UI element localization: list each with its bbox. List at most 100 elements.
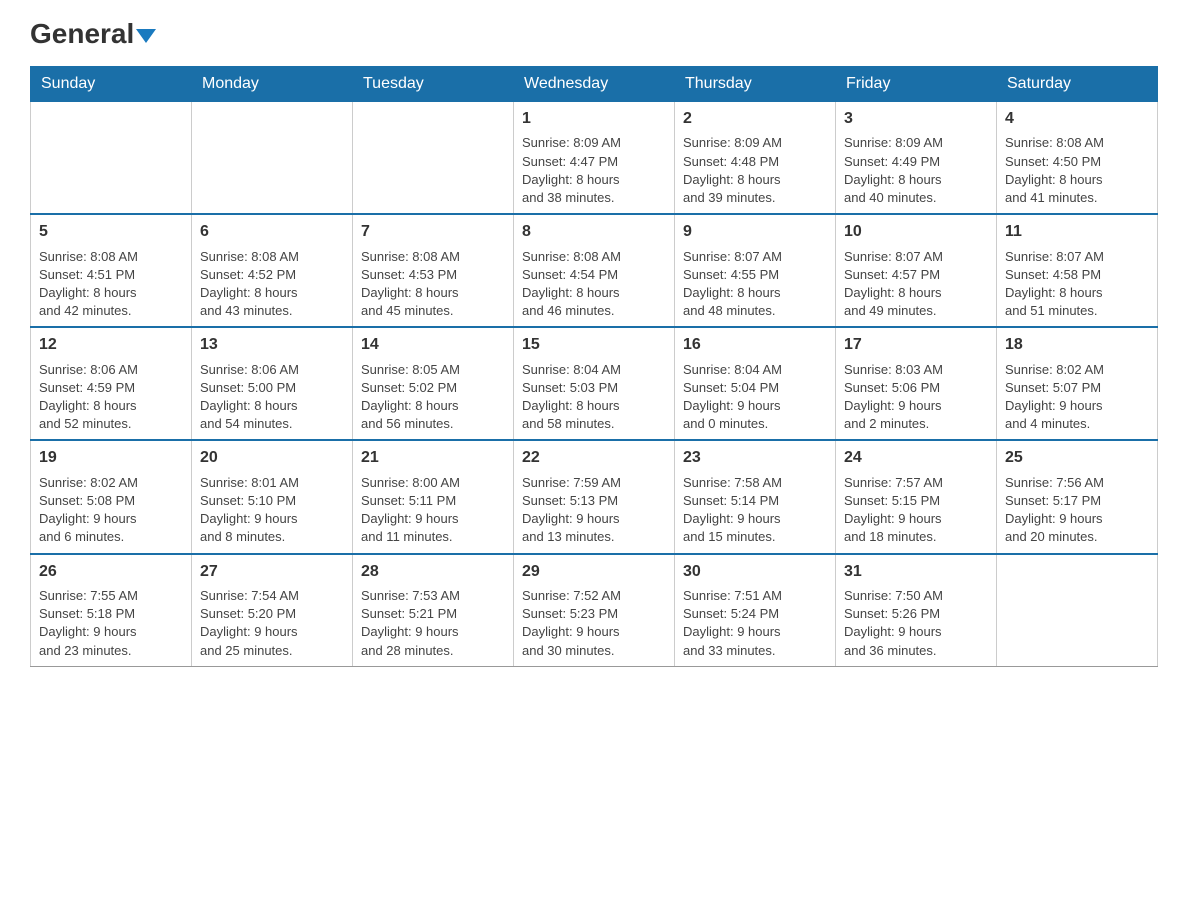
day-info: Sunrise: 8:09 AM Sunset: 4:49 PM Dayligh…	[844, 134, 988, 207]
day-info: Sunrise: 8:08 AM Sunset: 4:52 PM Dayligh…	[200, 248, 344, 321]
day-info: Sunrise: 7:53 AM Sunset: 5:21 PM Dayligh…	[361, 587, 505, 660]
calendar-cell: 24 Sunrise: 7:57 AM Sunset: 5:15 PM Dayli…	[836, 440, 997, 553]
calendar-cell: 28 Sunrise: 7:53 AM Sunset: 5:21 PM Dayli…	[353, 554, 514, 667]
calendar-cell: 1 Sunrise: 8:09 AM Sunset: 4:47 PM Daylig…	[514, 102, 675, 215]
day-number: 4	[1005, 108, 1149, 130]
calendar-cell	[353, 102, 514, 215]
calendar-cell: 29 Sunrise: 7:52 AM Sunset: 5:23 PM Dayli…	[514, 554, 675, 667]
day-info: Sunrise: 8:00 AM Sunset: 5:11 PM Dayligh…	[361, 474, 505, 547]
day-info: Sunrise: 7:58 AM Sunset: 5:14 PM Dayligh…	[683, 474, 827, 547]
day-info: Sunrise: 8:01 AM Sunset: 5:10 PM Dayligh…	[200, 474, 344, 547]
calendar-cell: 23 Sunrise: 7:58 AM Sunset: 5:14 PM Dayli…	[675, 440, 836, 553]
calendar-cell: 7 Sunrise: 8:08 AM Sunset: 4:53 PM Daylig…	[353, 214, 514, 327]
calendar-cell: 30 Sunrise: 7:51 AM Sunset: 5:24 PM Dayli…	[675, 554, 836, 667]
calendar-table: SundayMondayTuesdayWednesdayThursdayFrid…	[30, 66, 1158, 667]
calendar-week-row: 5Sunrise: 8:08 AM Sunset: 4:51 PM Daylig…	[31, 214, 1158, 327]
day-info: Sunrise: 7:52 AM Sunset: 5:23 PM Dayligh…	[522, 587, 666, 660]
calendar-cell: 22 Sunrise: 7:59 AM Sunset: 5:13 PM Dayli…	[514, 440, 675, 553]
day-info: Sunrise: 8:07 AM Sunset: 4:58 PM Dayligh…	[1005, 248, 1149, 321]
day-number: 13	[200, 334, 344, 356]
day-info: Sunrise: 7:57 AM Sunset: 5:15 PM Dayligh…	[844, 474, 988, 547]
day-number: 26	[39, 561, 183, 583]
day-number: 22	[522, 447, 666, 469]
day-number: 20	[200, 447, 344, 469]
calendar-cell: 18 Sunrise: 8:02 AM Sunset: 5:07 PM Dayli…	[997, 327, 1158, 440]
calendar-cell: 14 Sunrise: 8:05 AM Sunset: 5:02 PM Dayli…	[353, 327, 514, 440]
day-number: 21	[361, 447, 505, 469]
day-number: 25	[1005, 447, 1149, 469]
calendar-cell: 13 Sunrise: 8:06 AM Sunset: 5:00 PM Dayli…	[192, 327, 353, 440]
day-info: Sunrise: 8:09 AM Sunset: 4:47 PM Dayligh…	[522, 134, 666, 207]
day-info: Sunrise: 8:07 AM Sunset: 4:55 PM Dayligh…	[683, 248, 827, 321]
calendar-header-row: SundayMondayTuesdayWednesdayThursdayFrid…	[31, 67, 1158, 102]
day-number: 29	[522, 561, 666, 583]
calendar-cell: 10 Sunrise: 8:07 AM Sunset: 4:57 PM Dayli…	[836, 214, 997, 327]
day-info: Sunrise: 8:04 AM Sunset: 5:04 PM Dayligh…	[683, 361, 827, 434]
day-info: Sunrise: 8:07 AM Sunset: 4:57 PM Dayligh…	[844, 248, 988, 321]
calendar-cell: 11Sunrise: 8:07 AM Sunset: 4:58 PM Dayli…	[997, 214, 1158, 327]
calendar-cell: 21 Sunrise: 8:00 AM Sunset: 5:11 PM Dayli…	[353, 440, 514, 553]
day-info: Sunrise: 7:54 AM Sunset: 5:20 PM Dayligh…	[200, 587, 344, 660]
day-number: 18	[1005, 334, 1149, 356]
calendar-cell: 16 Sunrise: 8:04 AM Sunset: 5:04 PM Dayli…	[675, 327, 836, 440]
calendar-cell: 12Sunrise: 8:06 AM Sunset: 4:59 PM Dayli…	[31, 327, 192, 440]
day-number: 1	[522, 108, 666, 130]
day-number: 24	[844, 447, 988, 469]
day-info: Sunrise: 7:51 AM Sunset: 5:24 PM Dayligh…	[683, 587, 827, 660]
logo-main: General	[30, 20, 156, 48]
day-info: Sunrise: 7:55 AM Sunset: 5:18 PM Dayligh…	[39, 587, 183, 660]
day-header-friday: Friday	[836, 67, 997, 102]
day-info: Sunrise: 8:09 AM Sunset: 4:48 PM Dayligh…	[683, 134, 827, 207]
day-number: 9	[683, 221, 827, 243]
day-info: Sunrise: 7:59 AM Sunset: 5:13 PM Dayligh…	[522, 474, 666, 547]
day-number: 8	[522, 221, 666, 243]
day-number: 2	[683, 108, 827, 130]
day-number: 14	[361, 334, 505, 356]
day-info: Sunrise: 8:06 AM Sunset: 4:59 PM Dayligh…	[39, 361, 183, 434]
calendar-cell: 27Sunrise: 7:54 AM Sunset: 5:20 PM Dayli…	[192, 554, 353, 667]
day-number: 10	[844, 221, 988, 243]
day-header-wednesday: Wednesday	[514, 67, 675, 102]
logo-triangle-icon	[136, 29, 156, 43]
calendar-cell: 19 Sunrise: 8:02 AM Sunset: 5:08 PM Dayli…	[31, 440, 192, 553]
calendar-cell	[31, 102, 192, 215]
day-header-monday: Monday	[192, 67, 353, 102]
calendar-cell: 5Sunrise: 8:08 AM Sunset: 4:51 PM Daylig…	[31, 214, 192, 327]
calendar-week-row: 1 Sunrise: 8:09 AM Sunset: 4:47 PM Daylig…	[31, 102, 1158, 215]
day-number: 16	[683, 334, 827, 356]
day-number: 30	[683, 561, 827, 583]
day-info: Sunrise: 8:03 AM Sunset: 5:06 PM Dayligh…	[844, 361, 988, 434]
day-number: 17	[844, 334, 988, 356]
calendar-week-row: 12Sunrise: 8:06 AM Sunset: 4:59 PM Dayli…	[31, 327, 1158, 440]
day-info: Sunrise: 8:06 AM Sunset: 5:00 PM Dayligh…	[200, 361, 344, 434]
day-number: 23	[683, 447, 827, 469]
calendar-week-row: 19 Sunrise: 8:02 AM Sunset: 5:08 PM Dayli…	[31, 440, 1158, 553]
day-number: 19	[39, 447, 183, 469]
day-number: 5	[39, 221, 183, 243]
calendar-cell: 2 Sunrise: 8:09 AM Sunset: 4:48 PM Daylig…	[675, 102, 836, 215]
day-number: 31	[844, 561, 988, 583]
day-info: Sunrise: 8:02 AM Sunset: 5:08 PM Dayligh…	[39, 474, 183, 547]
day-header-tuesday: Tuesday	[353, 67, 514, 102]
calendar-cell: 4Sunrise: 8:08 AM Sunset: 4:50 PM Daylig…	[997, 102, 1158, 215]
day-info: Sunrise: 8:08 AM Sunset: 4:53 PM Dayligh…	[361, 248, 505, 321]
day-number: 28	[361, 561, 505, 583]
day-header-sunday: Sunday	[31, 67, 192, 102]
calendar-cell: 3 Sunrise: 8:09 AM Sunset: 4:49 PM Daylig…	[836, 102, 997, 215]
day-header-thursday: Thursday	[675, 67, 836, 102]
calendar-cell: 17 Sunrise: 8:03 AM Sunset: 5:06 PM Dayli…	[836, 327, 997, 440]
day-info: Sunrise: 8:02 AM Sunset: 5:07 PM Dayligh…	[1005, 361, 1149, 434]
calendar-cell: 25 Sunrise: 7:56 AM Sunset: 5:17 PM Dayli…	[997, 440, 1158, 553]
day-number: 15	[522, 334, 666, 356]
day-number: 7	[361, 221, 505, 243]
day-info: Sunrise: 7:56 AM Sunset: 5:17 PM Dayligh…	[1005, 474, 1149, 547]
calendar-cell: 9 Sunrise: 8:07 AM Sunset: 4:55 PM Daylig…	[675, 214, 836, 327]
calendar-cell	[192, 102, 353, 215]
day-info: Sunrise: 8:05 AM Sunset: 5:02 PM Dayligh…	[361, 361, 505, 434]
day-number: 6	[200, 221, 344, 243]
calendar-cell: 8 Sunrise: 8:08 AM Sunset: 4:54 PM Daylig…	[514, 214, 675, 327]
logo: General	[30, 20, 156, 50]
day-info: Sunrise: 8:08 AM Sunset: 4:54 PM Dayligh…	[522, 248, 666, 321]
day-number: 3	[844, 108, 988, 130]
calendar-week-row: 26 Sunrise: 7:55 AM Sunset: 5:18 PM Dayli…	[31, 554, 1158, 667]
